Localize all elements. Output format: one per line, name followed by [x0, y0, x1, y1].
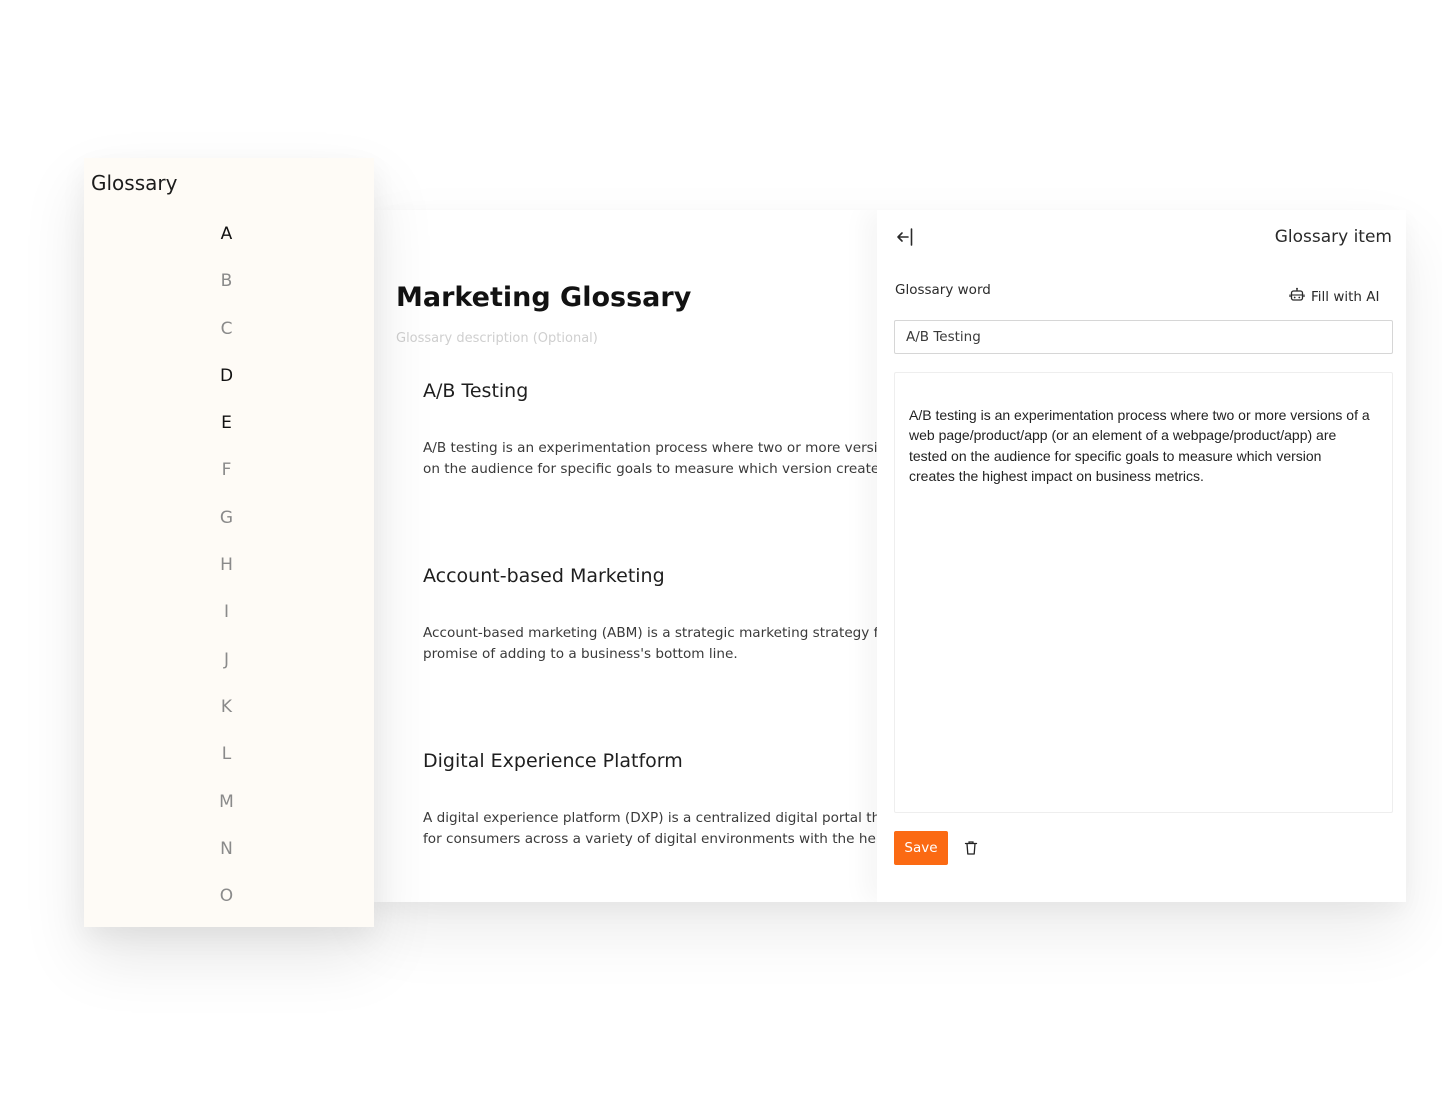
entry-body: A digital experience platform (DXP) is a…: [423, 808, 877, 849]
entry-body-line: on the audience for specific goals to me…: [423, 460, 877, 477]
arrow-left-bar-icon[interactable]: [895, 226, 917, 248]
glossary-item-panel: Glossary item Glossary word Fill with AI: [877, 210, 1406, 902]
entry-title: A/B Testing: [423, 380, 529, 402]
glossary-entry[interactable]: A/B Testing A/B testing is an experiment…: [423, 380, 877, 479]
entry-body: A/B testing is an experimentation proces…: [423, 438, 877, 479]
letter-l[interactable]: L: [84, 743, 369, 790]
definition-textarea[interactable]: A/B testing is an experimentation proces…: [894, 372, 1393, 813]
letter-g[interactable]: G: [84, 507, 369, 554]
fill-with-ai-label: Fill with AI: [1311, 289, 1380, 305]
save-button[interactable]: Save: [894, 831, 948, 865]
robot-icon: [1289, 287, 1305, 307]
letter-e[interactable]: E: [84, 412, 369, 459]
letter-o[interactable]: O: [84, 885, 369, 932]
definition-line: web page/product/app (or an element of a…: [909, 427, 1337, 444]
sidebar-title: Glossary: [91, 171, 178, 195]
letter-f[interactable]: F: [84, 459, 369, 506]
page-title[interactable]: Marketing Glossary: [396, 282, 691, 313]
letter-a[interactable]: A: [84, 223, 369, 270]
letter-h[interactable]: H: [84, 554, 369, 601]
glossary-word-input[interactable]: [894, 320, 1393, 354]
entry-title: Digital Experience Platform: [423, 750, 683, 772]
glossary-entry[interactable]: Account-based Marketing Account-based ma…: [423, 565, 877, 664]
letter-i[interactable]: I: [84, 601, 369, 648]
definition-line: creates the highest impact on business m…: [909, 467, 1204, 484]
letter-m[interactable]: M: [84, 791, 369, 838]
alphabet-sidebar: Glossary A B C D E F G H I J K L M N O: [84, 158, 374, 927]
letter-j[interactable]: J: [84, 649, 369, 696]
definition-line: A/B testing is an experimentation proces…: [909, 407, 1370, 423]
entry-body: Account-based marketing (ABM) is a strat…: [423, 623, 877, 664]
letter-c[interactable]: C: [84, 318, 369, 365]
letter-b[interactable]: B: [84, 270, 369, 317]
panel-title: Glossary item: [1274, 227, 1392, 247]
glossary-entry[interactable]: Digital Experience Platform A digital ex…: [423, 750, 877, 849]
entry-body-line: promise of adding to a business's bottom…: [423, 645, 738, 662]
glossary-content: Marketing Glossary Glossary description …: [374, 210, 877, 902]
entry-body-line: A/B testing is an experimentation proces…: [423, 440, 877, 456]
entry-body-line: A digital experience platform (DXP) is a…: [423, 810, 877, 826]
definition-line: tested on the audience for specific goal…: [909, 447, 1322, 464]
glossary-card: Marketing Glossary Glossary description …: [374, 210, 1406, 902]
trash-icon[interactable]: [964, 840, 978, 856]
glossary-description-field[interactable]: Glossary description (Optional): [396, 331, 598, 346]
letter-d[interactable]: D: [84, 365, 369, 412]
letter-k[interactable]: K: [84, 696, 369, 743]
entry-body-line: Account-based marketing (ABM) is a strat…: [423, 625, 877, 641]
fill-with-ai-button[interactable]: Fill with AI: [1289, 287, 1379, 307]
letter-n[interactable]: N: [84, 838, 369, 885]
entry-body-line: for consumers across a variety of digita…: [423, 830, 877, 847]
entry-title: Account-based Marketing: [423, 565, 665, 587]
glossary-word-label: Glossary word: [895, 282, 991, 298]
letter-index: A B C D E F G H I J K L M N O: [84, 223, 369, 932]
